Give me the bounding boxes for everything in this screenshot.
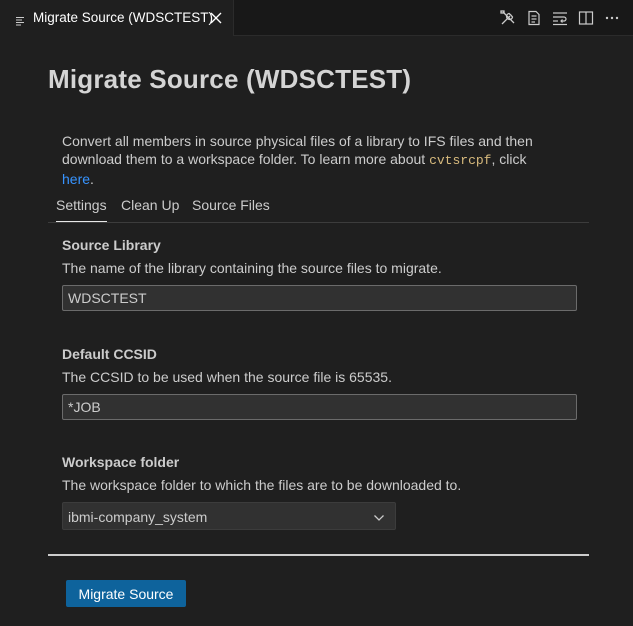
- tab-title: Migrate Source (WDSCTEST): [33, 10, 214, 25]
- tab-settings[interactable]: Settings: [56, 197, 107, 222]
- editor-actions: [499, 9, 621, 27]
- divider: [48, 554, 589, 556]
- learn-more-link[interactable]: here: [62, 171, 90, 187]
- page-title: Migrate Source (WDSCTEST): [48, 64, 412, 94]
- default-ccsid-input[interactable]: [62, 394, 577, 420]
- cvtsrcpf-code: cvtsrcpf: [429, 153, 492, 168]
- default-ccsid-help: The CCSID to be used when the source fil…: [62, 369, 392, 385]
- page-description: Convert all members in source physical f…: [62, 132, 562, 188]
- workspace-folder-value: ibmi-company_system: [68, 509, 208, 525]
- migrate-source-button[interactable]: Migrate Source: [66, 580, 186, 607]
- description-text-end: .: [90, 171, 94, 187]
- tab-source-files[interactable]: Source Files: [192, 197, 270, 213]
- source-library-input[interactable]: [62, 285, 577, 311]
- description-text-middle: , click: [491, 151, 527, 167]
- close-icon[interactable]: [209, 11, 223, 25]
- tab-clean-up[interactable]: Clean Up: [121, 197, 179, 213]
- panel-tabs: Settings Clean Up Source Files: [48, 192, 589, 223]
- chevron-down-icon: [373, 511, 385, 523]
- source-library-help: The name of the library containing the s…: [62, 260, 442, 276]
- open-preview-icon[interactable]: [525, 9, 543, 27]
- word-wrap-icon[interactable]: [551, 9, 569, 27]
- editor-tab-migrate-source[interactable]: Migrate Source (WDSCTEST): [0, 0, 234, 36]
- more-actions-icon[interactable]: [603, 9, 621, 27]
- split-editor-icon[interactable]: [577, 9, 595, 27]
- preview-icon: [16, 13, 26, 26]
- workspace-folder-help: The workspace folder to which the files …: [62, 477, 462, 493]
- workspace-folder-select[interactable]: ibmi-company_system: [62, 502, 396, 530]
- workspace-folder-label: Workspace folder: [62, 454, 180, 470]
- default-ccsid-label: Default CCSID: [62, 346, 157, 362]
- editor-tab-bar: Migrate Source (WDSCTEST): [0, 0, 633, 36]
- source-library-label: Source Library: [62, 237, 161, 253]
- tools-icon[interactable]: [499, 9, 517, 27]
